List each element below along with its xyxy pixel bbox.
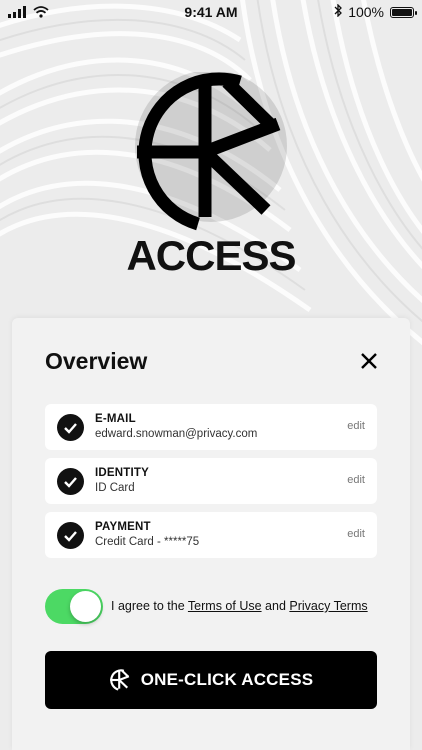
battery-percent: 100% xyxy=(348,4,384,20)
email-edit-link[interactable]: edit xyxy=(347,420,365,432)
toggle-knob xyxy=(70,591,101,622)
terms-toggle[interactable] xyxy=(45,589,103,624)
access-logo-mark xyxy=(128,70,294,237)
check-icon xyxy=(57,468,84,495)
overview-card: Overview E-MAIL edward.snowman@privacy.c… xyxy=(12,318,410,750)
terms-of-use-link[interactable]: Terms of Use xyxy=(188,599,262,613)
payment-edit-link[interactable]: edit xyxy=(347,528,365,540)
close-icon xyxy=(361,353,377,369)
status-right: 100% xyxy=(334,3,417,20)
bluetooth-icon xyxy=(334,3,343,20)
close-button[interactable] xyxy=(358,350,380,372)
privacy-terms-link[interactable]: Privacy Terms xyxy=(289,599,367,613)
identity-label: IDENTITY xyxy=(95,467,149,479)
payment-label: PAYMENT xyxy=(95,521,151,533)
identity-edit-link[interactable]: edit xyxy=(347,474,365,486)
battery-icon xyxy=(390,6,417,18)
access-logo-text: ACCESS xyxy=(126,232,296,279)
email-label: E-MAIL xyxy=(95,413,136,425)
terms-agreement: I agree to the Terms of Use and Privacy … xyxy=(111,599,368,613)
check-icon xyxy=(57,522,84,549)
one-click-access-button[interactable]: ONE-CLICK ACCESS xyxy=(45,651,377,709)
overview-title: Overview xyxy=(45,348,148,374)
agree-conjunction: and xyxy=(261,599,290,613)
email-row[interactable]: E-MAIL edward.snowman@privacy.com edit xyxy=(45,404,377,450)
identity-row[interactable]: IDENTITY ID Card edit xyxy=(45,458,377,504)
status-bar: 9:41 AM 100% xyxy=(0,0,422,24)
one-click-access-label: ONE-CLICK ACCESS xyxy=(140,670,314,689)
check-icon xyxy=(57,414,84,441)
email-value: edward.snowman@privacy.com xyxy=(95,428,258,440)
payment-row[interactable]: PAYMENT Credit Card - *****75 edit xyxy=(45,512,377,558)
payment-value: Credit Card - *****75 xyxy=(95,536,200,548)
agree-prefix: I agree to the xyxy=(111,599,188,613)
access-logo-icon xyxy=(109,669,129,691)
identity-value: ID Card xyxy=(95,482,135,494)
